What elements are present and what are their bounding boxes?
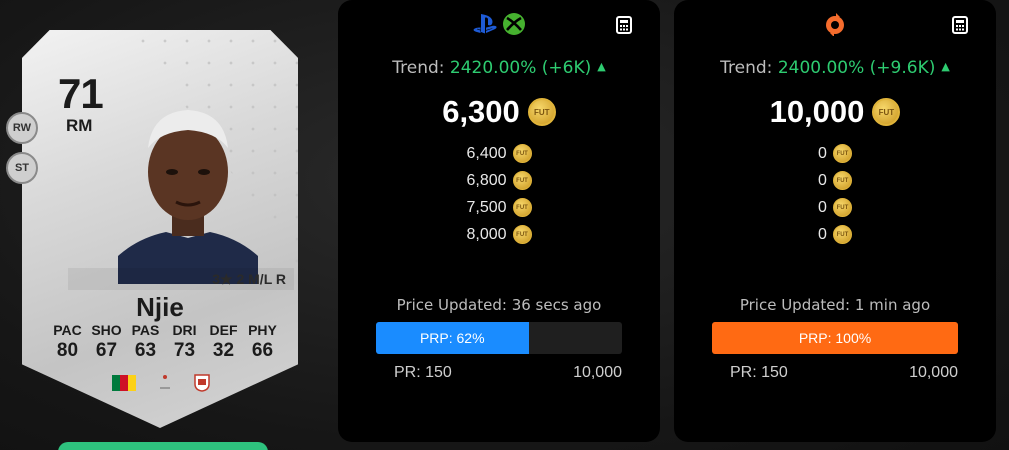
card-stats: PAC 80 SHO 67 PAS 63 DRI 73 DEF 32 PHY 66 (48, 322, 282, 362)
calculator-icon[interactable] (952, 16, 968, 34)
price-list-item: 0 FUT (674, 167, 996, 194)
stat-pac: PAC 80 (53, 322, 82, 361)
calculator-icon[interactable] (616, 16, 632, 34)
price-range-min: PR: 150 (394, 364, 452, 381)
club-crest-icon (194, 374, 210, 392)
playstation-icon (473, 14, 497, 34)
origin-icon (826, 13, 844, 36)
stat-def: DEF 32 (209, 322, 238, 361)
price-updated-text: Price Updated: 1 min ago (739, 296, 931, 314)
alt-position-st[interactable]: ST (6, 152, 38, 184)
cameroon-flag-icon (112, 375, 136, 391)
league-logo-icon (160, 375, 170, 389)
main-price: 6,300 FUT (338, 94, 660, 130)
fut-coin-icon: FUT (832, 225, 852, 244)
platform-icons (674, 12, 996, 36)
price-list-item: 0 FUT (674, 194, 996, 221)
trend-text: Trend: 2420.00% (+6K) ▲ (392, 58, 606, 78)
player-card[interactable]: 71 RM 3★ 2 M/L R Njie PAC 80 SHO 67 PAS 63 … (22, 30, 298, 428)
fut-coin-icon: FUT (872, 98, 901, 126)
pc-price-panel: Trend: 2400.00% (+9.6K) ▲ 10,000 FUT 0 FUT… (674, 0, 996, 442)
card-badges (112, 374, 210, 392)
fut-coin-icon: FUT (512, 198, 532, 217)
price-list-item: 0 FUT (674, 221, 996, 248)
trend-text: Trend: 2400.00% (+9.6K) ▲ (720, 58, 950, 78)
alt-position-rw[interactable]: RW (6, 112, 38, 144)
fut-coin-icon: FUT (512, 171, 532, 190)
price-list: 6,400 FUT 6,800 FUT 7,500 FUT 8,000 FUT (338, 140, 660, 248)
card-position: RM (66, 116, 93, 135)
stat-pas: PAS 63 (131, 322, 160, 361)
price-list-item: 0 FUT (674, 140, 996, 167)
skill-weakfoot-line: 3★ 2 M/L R (68, 268, 294, 290)
prp-label: PRP: 62% (419, 330, 485, 346)
prp-progress-bar: PRP: 62% (376, 322, 622, 354)
platform-icons (338, 12, 660, 36)
fut-coin-icon: FUT (512, 144, 532, 163)
price-range-max: 10,000 (573, 364, 622, 381)
player-name: Njie (136, 292, 184, 322)
price-updated-text: Price Updated: 36 secs ago (396, 296, 602, 314)
stat-dri: DRI 73 (172, 322, 197, 361)
price-list: 0 FUT 0 FUT 0 FUT 0 FUT (674, 140, 996, 248)
price-range-max: 10,000 (909, 364, 958, 381)
trend-up-icon: ▲ (941, 60, 950, 73)
price-list-item: 6,400 FUT (338, 140, 660, 167)
price-range: PR: 150 10,000 (730, 364, 958, 382)
player-photo (118, 88, 258, 284)
green-action-button[interactable] (58, 442, 268, 450)
xbox-icon (503, 13, 525, 35)
price-range: PR: 150 10,000 (394, 364, 622, 382)
fut-coin-icon: FUT (832, 144, 852, 163)
stat-phy: PHY 66 (248, 322, 277, 361)
prp-progress-bar: PRP: 100% (712, 322, 958, 354)
price-list-item: 6,800 FUT (338, 167, 660, 194)
card-rating: 71 (58, 70, 104, 117)
price-list-item: 7,500 FUT (338, 194, 660, 221)
fut-coin-icon: FUT (832, 198, 852, 217)
trend-up-icon: ▲ (597, 60, 606, 73)
main-price: 10,000 FUT (674, 94, 996, 130)
stat-sho: SHO 67 (91, 322, 122, 361)
prp-label: PRP: 100% (798, 330, 872, 346)
console-price-panel: Trend: 2420.00% (+6K) ▲ 6,300 FUT 6,400 FU… (338, 0, 660, 442)
fut-coin-icon: FUT (527, 98, 556, 126)
fut-coin-icon: FUT (512, 225, 532, 244)
price-range-min: PR: 150 (730, 364, 788, 381)
fut-coin-icon: FUT (832, 171, 852, 190)
price-list-item: 8,000 FUT (338, 221, 660, 248)
